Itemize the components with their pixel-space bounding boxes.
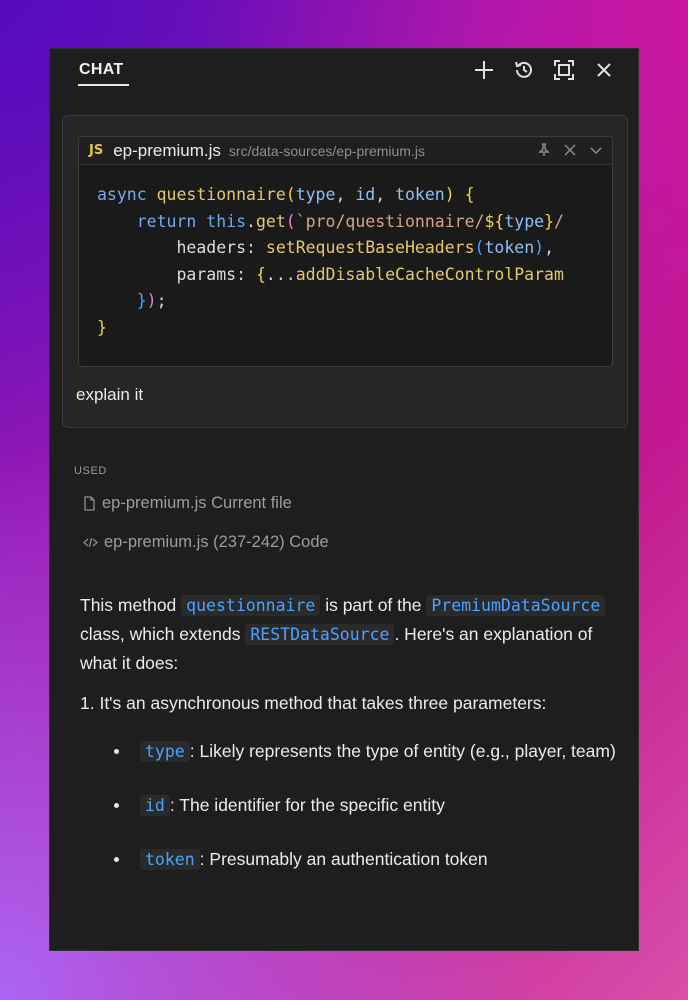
plus-icon[interactable] <box>470 57 498 83</box>
list-item: token: Presumably an authentication toke… <box>114 845 620 874</box>
inline-code: questionnaire <box>181 595 321 616</box>
code-line: headers: setRequestBaseHeaders(token), <box>97 238 554 257</box>
list-item: id: The identifier for the specific enti… <box>114 791 620 820</box>
close-icon[interactable] <box>562 142 578 158</box>
list-item: type: Likely represents the type of enti… <box>114 737 620 766</box>
code-line: } <box>97 317 107 337</box>
used-context-label: USED <box>74 465 107 477</box>
code-line: return this.get(`pro/questionnaire/${typ… <box>97 211 564 231</box>
user-query-card: JS ep-premium.js src/data-sources/ep-pre… <box>62 115 628 428</box>
code-file-path: src/data-sources/ep-premium.js <box>228 142 425 159</box>
chat-header: CHAT <box>50 49 638 105</box>
inline-code: token <box>140 849 200 870</box>
active-tab-indicator <box>78 84 129 86</box>
inline-code: RESTDataSource <box>245 624 395 645</box>
used-item-file: ep-premium.js <box>102 494 207 512</box>
header-actions <box>470 57 618 83</box>
used-context-item[interactable]: ep-premium.js (237-242) Code <box>83 533 329 552</box>
tab-chat[interactable]: CHAT <box>79 61 123 79</box>
answer-paragraph: This method questionnaire is part of the… <box>80 591 620 677</box>
list-item-text: : Presumably an authentication token <box>199 849 488 869</box>
inline-code: type <box>140 741 190 762</box>
chat-panel: CHAT JS ep-premium.js src/data-sources/e… <box>49 48 639 951</box>
used-item-detail: (237-242) Code <box>213 533 329 551</box>
used-item-file: ep-premium.js <box>104 533 209 551</box>
code-icon <box>83 537 98 548</box>
answer-text: class, which extends <box>80 624 241 644</box>
inline-code: id <box>140 795 170 816</box>
code-line: }); <box>97 291 167 310</box>
history-icon[interactable] <box>510 57 538 83</box>
list-item-text: : Likely represents the type of entity (… <box>189 741 616 761</box>
code-file-name[interactable]: ep-premium.js <box>113 141 221 161</box>
inline-code: PremiumDataSource <box>426 595 606 616</box>
answer-text: is part of the <box>325 595 422 615</box>
chevron-down-icon[interactable] <box>588 142 604 158</box>
maximize-icon[interactable] <box>550 57 578 83</box>
code-snippet[interactable]: async questionnaire(type, id, token) { r… <box>79 165 612 341</box>
parameter-list: type: Likely represents the type of enti… <box>80 737 620 874</box>
close-icon[interactable] <box>590 57 618 83</box>
used-context-item[interactable]: ep-premium.js Current file <box>83 494 292 513</box>
file-icon <box>84 496 95 511</box>
pin-icon[interactable] <box>536 142 552 158</box>
list-item-text: : The identifier for the specific entity <box>169 795 445 815</box>
user-query-text: explain it <box>76 385 144 404</box>
js-file-icon: JS <box>89 143 104 158</box>
code-reference: JS ep-premium.js src/data-sources/ep-pre… <box>78 136 613 367</box>
answer-text: This method <box>80 595 177 615</box>
used-item-detail: Current file <box>211 494 292 512</box>
code-reference-header: JS ep-premium.js src/data-sources/ep-pre… <box>79 137 612 165</box>
assistant-answer: This method questionnaire is part of the… <box>80 591 620 899</box>
numbered-list-item: 1. It's an asynchronous method that take… <box>80 693 547 713</box>
code-line: params: {...addDisableCacheControlParam <box>97 264 564 284</box>
code-line: async questionnaire(type, id, token) { <box>97 185 475 204</box>
code-reference-actions <box>536 142 604 158</box>
